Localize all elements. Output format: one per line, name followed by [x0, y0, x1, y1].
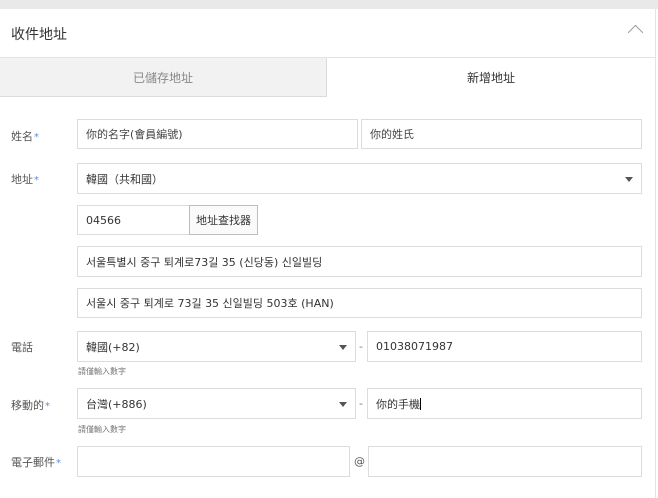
email-local-input[interactable]: [77, 446, 350, 477]
postcode-input[interactable]: 04566: [77, 205, 190, 235]
phone-number-input[interactable]: 01038071987: [367, 331, 642, 362]
required-mark: *: [56, 458, 61, 469]
phone-separator: -: [359, 340, 363, 353]
required-mark: *: [34, 132, 39, 143]
mobile-country-code-select[interactable]: 台灣(+886): [77, 388, 356, 419]
required-mark: *: [34, 175, 39, 186]
email-at-symbol: @: [354, 455, 365, 468]
first-name-placeholder: 你的名字(會員編號): [86, 128, 183, 141]
phone-country-code-select[interactable]: 韓國(+82): [77, 331, 356, 362]
text-cursor: [420, 397, 421, 410]
chevron-up-icon[interactable]: [627, 24, 644, 41]
phone-hint: 請僅輸入數字: [78, 367, 126, 376]
phone-number-value: 01038071987: [376, 340, 453, 353]
email-label-text: 電子郵件: [11, 456, 55, 469]
mobile-number-input[interactable]: 你的手機: [367, 388, 642, 419]
email-label: 電子郵件*: [11, 454, 61, 470]
chevron-down-icon: [625, 176, 633, 182]
address-label-text: 地址: [11, 173, 33, 186]
section-header[interactable]: 收件地址: [0, 9, 655, 58]
tab-new-address[interactable]: 新增地址: [327, 58, 655, 96]
mobile-separator: -: [359, 397, 363, 410]
address-line1-value: 서울특별시 중구 퇴계로73길 35 (신당동) 신일빌딩: [86, 255, 323, 269]
address-line2-value: 서울시 중구 퇴계로 73길 35 신일빌딩 503호 (HAN): [86, 297, 334, 310]
mobile-label-text: 移動的: [11, 399, 44, 412]
section-title: 收件地址: [11, 27, 67, 43]
name-label: 姓名*: [11, 128, 39, 144]
address-line2-input[interactable]: 서울시 중구 퇴계로 73길 35 신일빌딩 503호 (HAN): [77, 288, 642, 318]
tab-saved-addresses[interactable]: 已儲存地址: [0, 58, 327, 97]
mobile-hint: 請僅輸入數字: [78, 425, 126, 434]
mobile-label: 移動的*: [11, 397, 50, 413]
email-domain-input[interactable]: [368, 446, 642, 477]
required-mark: *: [45, 401, 50, 412]
top-divider-strip: [0, 0, 658, 9]
first-name-input[interactable]: 你的名字(會員編號): [77, 119, 358, 149]
country-select-value: 韓國（共和國）: [86, 172, 163, 186]
last-name-placeholder: 你的姓氏: [370, 128, 414, 141]
postcode-value: 04566: [86, 213, 121, 227]
address-tabs: 已儲存地址 新增地址: [0, 58, 655, 97]
address-line1-input[interactable]: 서울특별시 중구 퇴계로73길 35 (신당동) 신일빌딩: [77, 246, 642, 277]
mobile-number-value: 你的手機: [376, 397, 420, 411]
chevron-down-icon: [339, 344, 347, 350]
address-finder-button[interactable]: 地址查找器: [189, 205, 258, 235]
address-label: 地址*: [11, 171, 39, 187]
chevron-down-icon: [339, 401, 347, 407]
shipping-address-panel: 收件地址 已儲存地址 新增地址 姓名* 你的名字(會員編號) 你的姓氏 地址* …: [0, 9, 656, 498]
mobile-country-code-value: 台灣(+886): [86, 397, 147, 411]
phone-label: 電話: [11, 341, 33, 354]
last-name-input[interactable]: 你的姓氏: [361, 119, 642, 149]
country-select[interactable]: 韓國（共和國）: [77, 163, 642, 194]
name-label-text: 姓名: [11, 130, 33, 143]
phone-country-code-value: 韓國(+82): [86, 340, 140, 354]
